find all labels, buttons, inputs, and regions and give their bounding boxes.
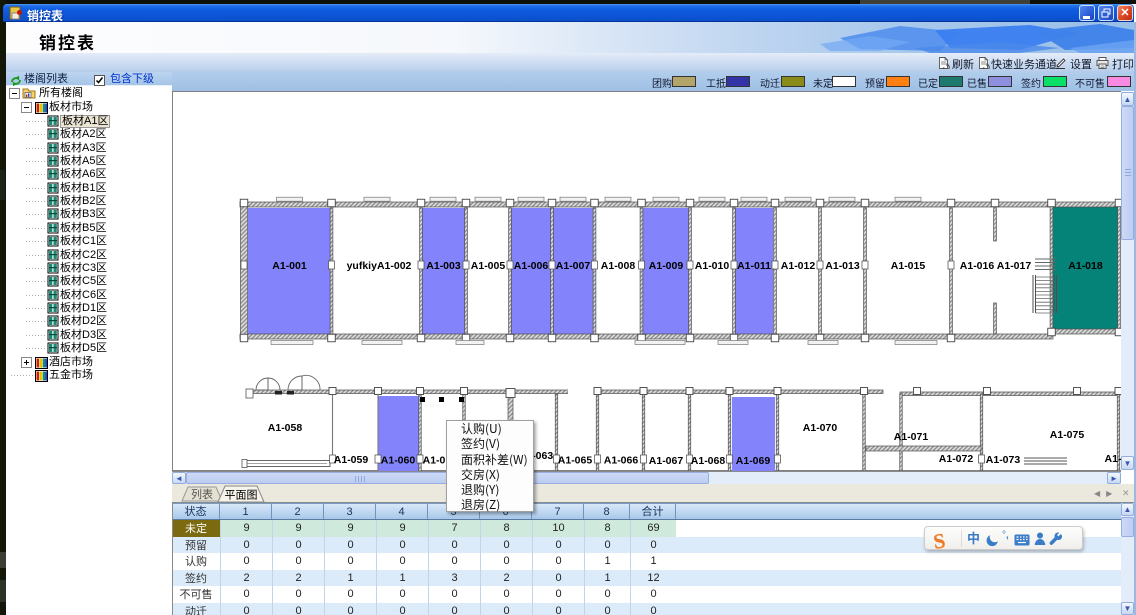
svg-text:A1-007: A1-007 xyxy=(556,260,591,272)
svg-text:A1-: A1- xyxy=(1105,453,1121,465)
svg-text:A1-001: A1-001 xyxy=(272,260,307,272)
svg-text:A1-0: A1-0 xyxy=(423,455,446,467)
svg-text:A1-060: A1-060 xyxy=(381,455,416,467)
svg-text:A1-058: A1-058 xyxy=(268,422,303,434)
svg-text:A1-008: A1-008 xyxy=(601,260,636,272)
svg-text:A1-003: A1-003 xyxy=(426,260,461,272)
svg-text:A1-017: A1-017 xyxy=(997,260,1032,272)
svg-text:A1-065: A1-065 xyxy=(558,455,593,467)
svg-text:yufkiyA1-002: yufkiyA1-002 xyxy=(347,260,412,272)
svg-text:A1-009: A1-009 xyxy=(649,260,684,272)
svg-text:A1-059: A1-059 xyxy=(334,454,369,466)
svg-text:A1-013: A1-013 xyxy=(825,260,860,272)
svg-text:A1-069: A1-069 xyxy=(736,455,771,467)
svg-text:A1-068: A1-068 xyxy=(691,455,726,467)
svg-text:A1-006: A1-006 xyxy=(514,260,549,272)
svg-text:A1-005: A1-005 xyxy=(471,260,506,272)
svg-text:A1-067: A1-067 xyxy=(649,455,684,467)
svg-text:A1-016: A1-016 xyxy=(960,260,995,272)
svg-text:A1-073: A1-073 xyxy=(986,454,1021,466)
svg-text:A1-011: A1-011 xyxy=(737,260,771,272)
svg-text:平面图: 平面图 xyxy=(225,487,258,503)
svg-text:A1-071: A1-071 xyxy=(894,431,929,443)
svg-text:A1-072: A1-072 xyxy=(939,453,974,465)
svg-text:A1-066: A1-066 xyxy=(604,455,639,467)
svg-text:A1-015: A1-015 xyxy=(891,260,926,272)
svg-text:A1-070: A1-070 xyxy=(803,422,838,434)
svg-text:A1-075: A1-075 xyxy=(1050,429,1085,441)
svg-text:列表: 列表 xyxy=(191,486,213,502)
svg-text:A1-010: A1-010 xyxy=(695,260,730,272)
svg-text:A1-012: A1-012 xyxy=(781,260,816,272)
svg-text:A1-018: A1-018 xyxy=(1068,260,1103,272)
